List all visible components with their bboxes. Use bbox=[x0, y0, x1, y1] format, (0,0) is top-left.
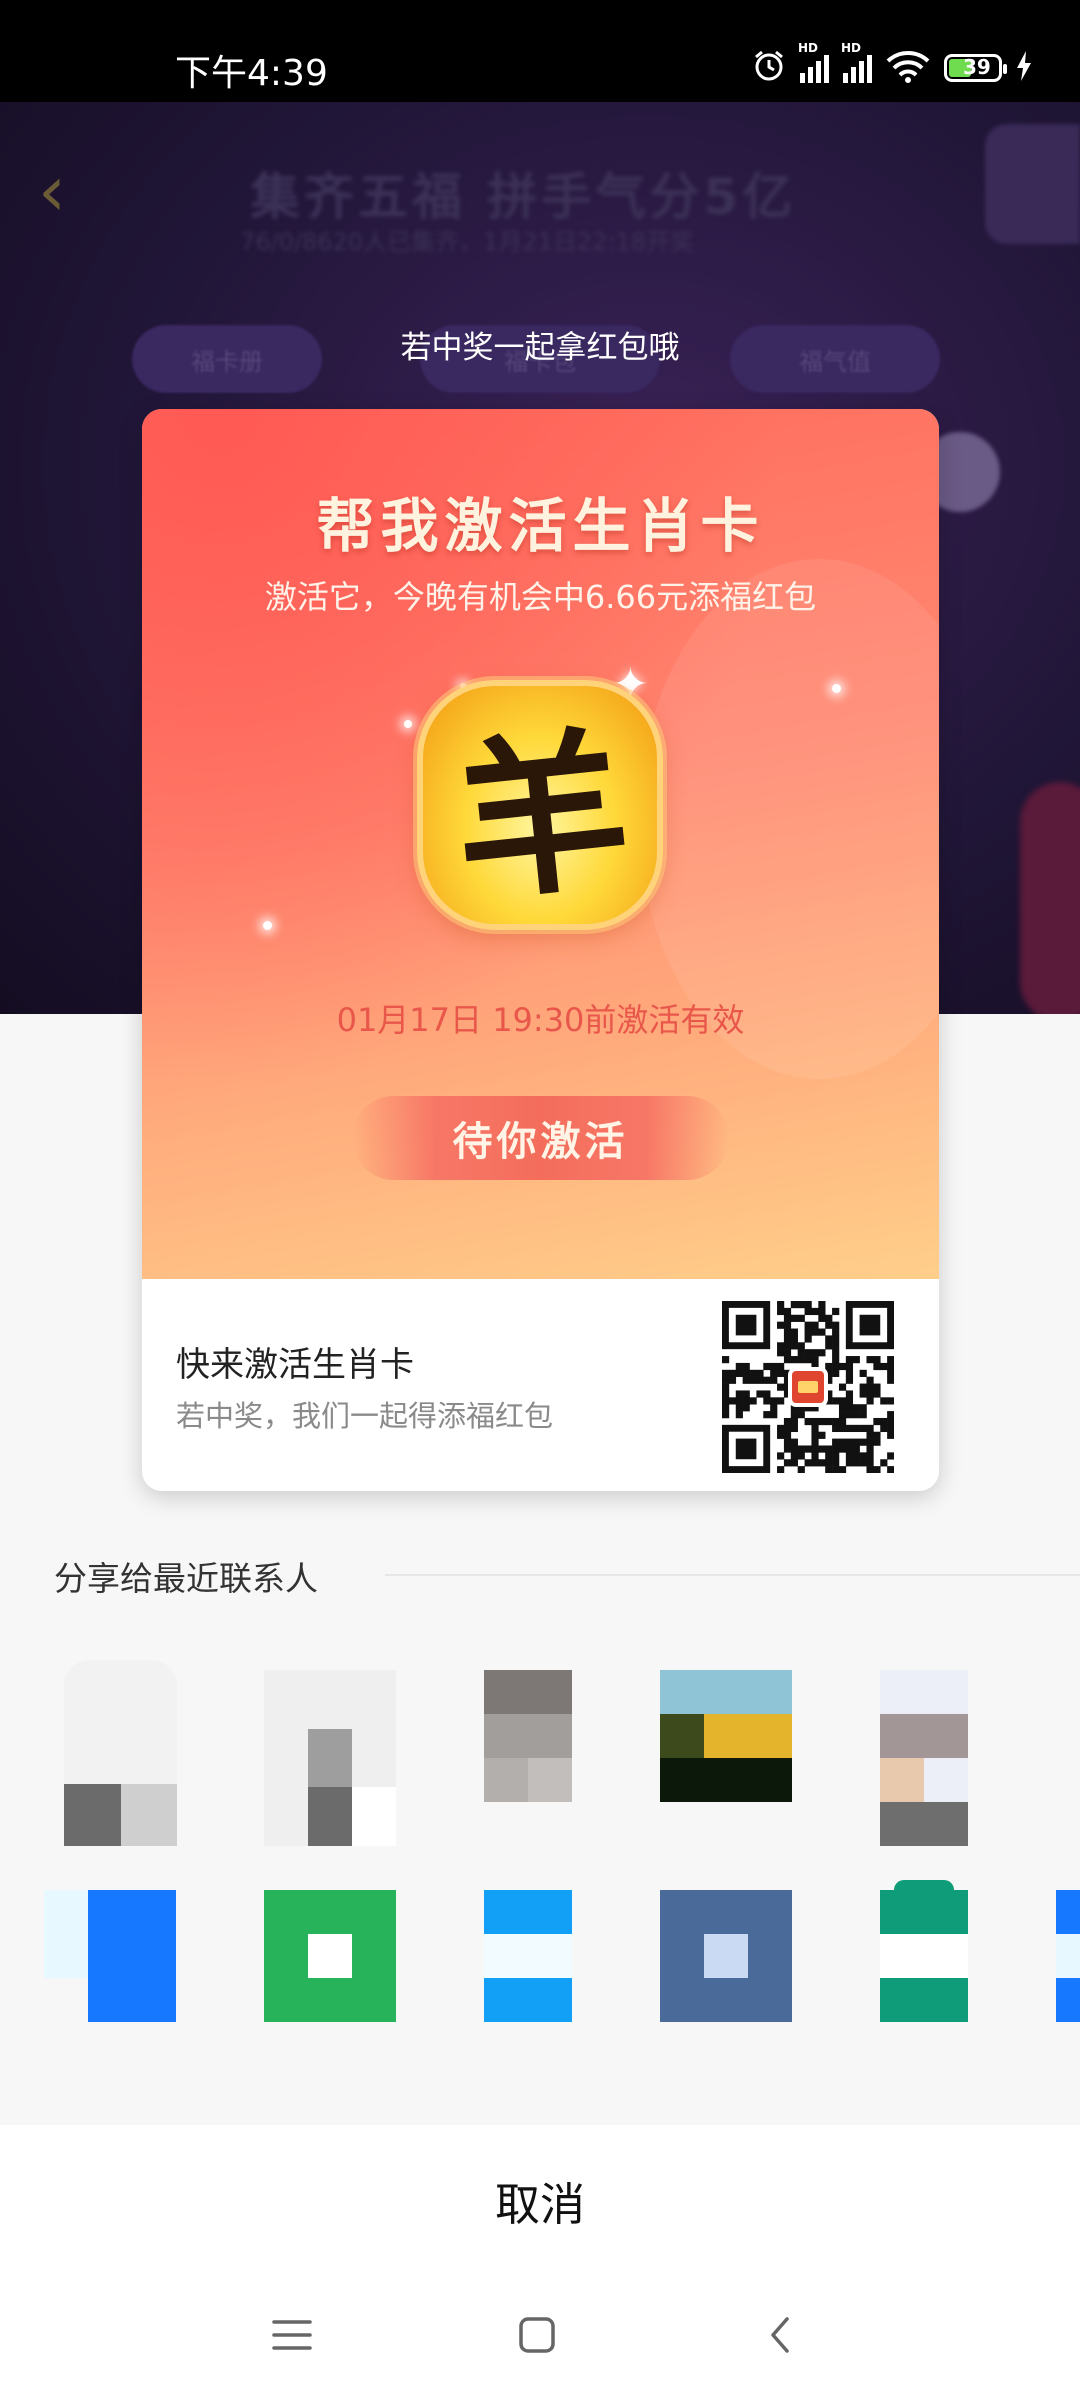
background-corner-badge bbox=[985, 124, 1080, 244]
zodiac-coin: 羊 bbox=[417, 680, 663, 930]
sparkle-icon bbox=[832, 684, 841, 693]
signal-hd-icon: HD bbox=[841, 41, 872, 83]
background-subtitle: 76/0/8620人已集齐，1月21日22:18开奖 bbox=[240, 228, 695, 256]
navigation-bar bbox=[0, 2275, 1080, 2400]
contact-avatar-4[interactable] bbox=[660, 1670, 792, 1802]
app-icon-2[interactable] bbox=[264, 1890, 396, 2022]
back-icon[interactable] bbox=[745, 2305, 815, 2365]
alarm-icon bbox=[752, 49, 786, 87]
qr-code bbox=[722, 1301, 895, 1474]
footer-subtitle: 若中奖，我们一起得添福红包 bbox=[176, 1399, 554, 1433]
card-title: 帮我激活生肖卡 bbox=[316, 492, 765, 560]
activate-button[interactable]: 待你激活 bbox=[352, 1096, 729, 1180]
divider bbox=[385, 1574, 1080, 1576]
app-icon-4[interactable] bbox=[660, 1890, 792, 2022]
footer-title: 快来激活生肖卡 bbox=[176, 1345, 414, 1385]
wifi-icon bbox=[886, 49, 930, 87]
overlay-hint: 若中奖一起拿红包哦 bbox=[400, 330, 680, 366]
status-icons: HD HD 39 bbox=[752, 41, 1032, 88]
menu-icon[interactable] bbox=[257, 2305, 327, 2365]
background-decoration bbox=[1020, 782, 1080, 1014]
battery-icon: 39 bbox=[944, 54, 1007, 82]
cancel-button[interactable]: 取消 bbox=[0, 2125, 1080, 2275]
charging-icon bbox=[1016, 51, 1032, 85]
contact-avatar-1[interactable] bbox=[64, 1660, 177, 1846]
back-icon: ‹ bbox=[38, 150, 66, 232]
background-title: 集齐五福 拼手气分5亿 bbox=[250, 168, 797, 226]
home-icon[interactable] bbox=[502, 2305, 572, 2365]
app-icon-3[interactable] bbox=[484, 1890, 572, 2022]
signal-hd-icon: HD bbox=[798, 41, 829, 83]
recent-contacts-row bbox=[0, 1660, 1080, 1850]
qr-logo-icon bbox=[788, 1367, 828, 1407]
sparkle-icon bbox=[404, 720, 412, 728]
activation-deadline: 01月17日 19:30前激活有效 bbox=[336, 1001, 745, 1039]
zodiac-character: 羊 bbox=[445, 706, 638, 927]
contact-avatar-3[interactable] bbox=[484, 1670, 572, 1802]
contact-avatar-2[interactable] bbox=[264, 1670, 396, 1846]
share-heading: 分享给最近联系人 bbox=[54, 1559, 318, 1598]
app-icon-1[interactable] bbox=[44, 1890, 176, 2022]
app-icon-5[interactable] bbox=[880, 1880, 968, 2022]
card-poster: 帮我激活生肖卡 激活它，今晚有机会中6.66元添福红包 ✦ 羊 01月17日 1… bbox=[142, 409, 939, 1279]
cancel-label: 取消 bbox=[494, 2177, 585, 2231]
app-icon-partial[interactable] bbox=[1056, 1890, 1080, 2022]
card-subtitle: 激活它，今晚有机会中6.66元添福红包 bbox=[264, 578, 817, 616]
share-card: 帮我激活生肖卡 激活它，今晚有机会中6.66元添福红包 ✦ 羊 01月17日 1… bbox=[142, 409, 939, 1491]
status-bar: 下午4:39 HD HD 39 bbox=[0, 0, 1080, 102]
card-footer: 快来激活生肖卡 若中奖，我们一起得添福红包 bbox=[142, 1279, 939, 1491]
status-time: 下午4:39 bbox=[175, 53, 328, 94]
sparkle-icon bbox=[263, 921, 272, 930]
share-apps-row bbox=[0, 1880, 1080, 2070]
contact-avatar-5[interactable] bbox=[880, 1670, 968, 1846]
